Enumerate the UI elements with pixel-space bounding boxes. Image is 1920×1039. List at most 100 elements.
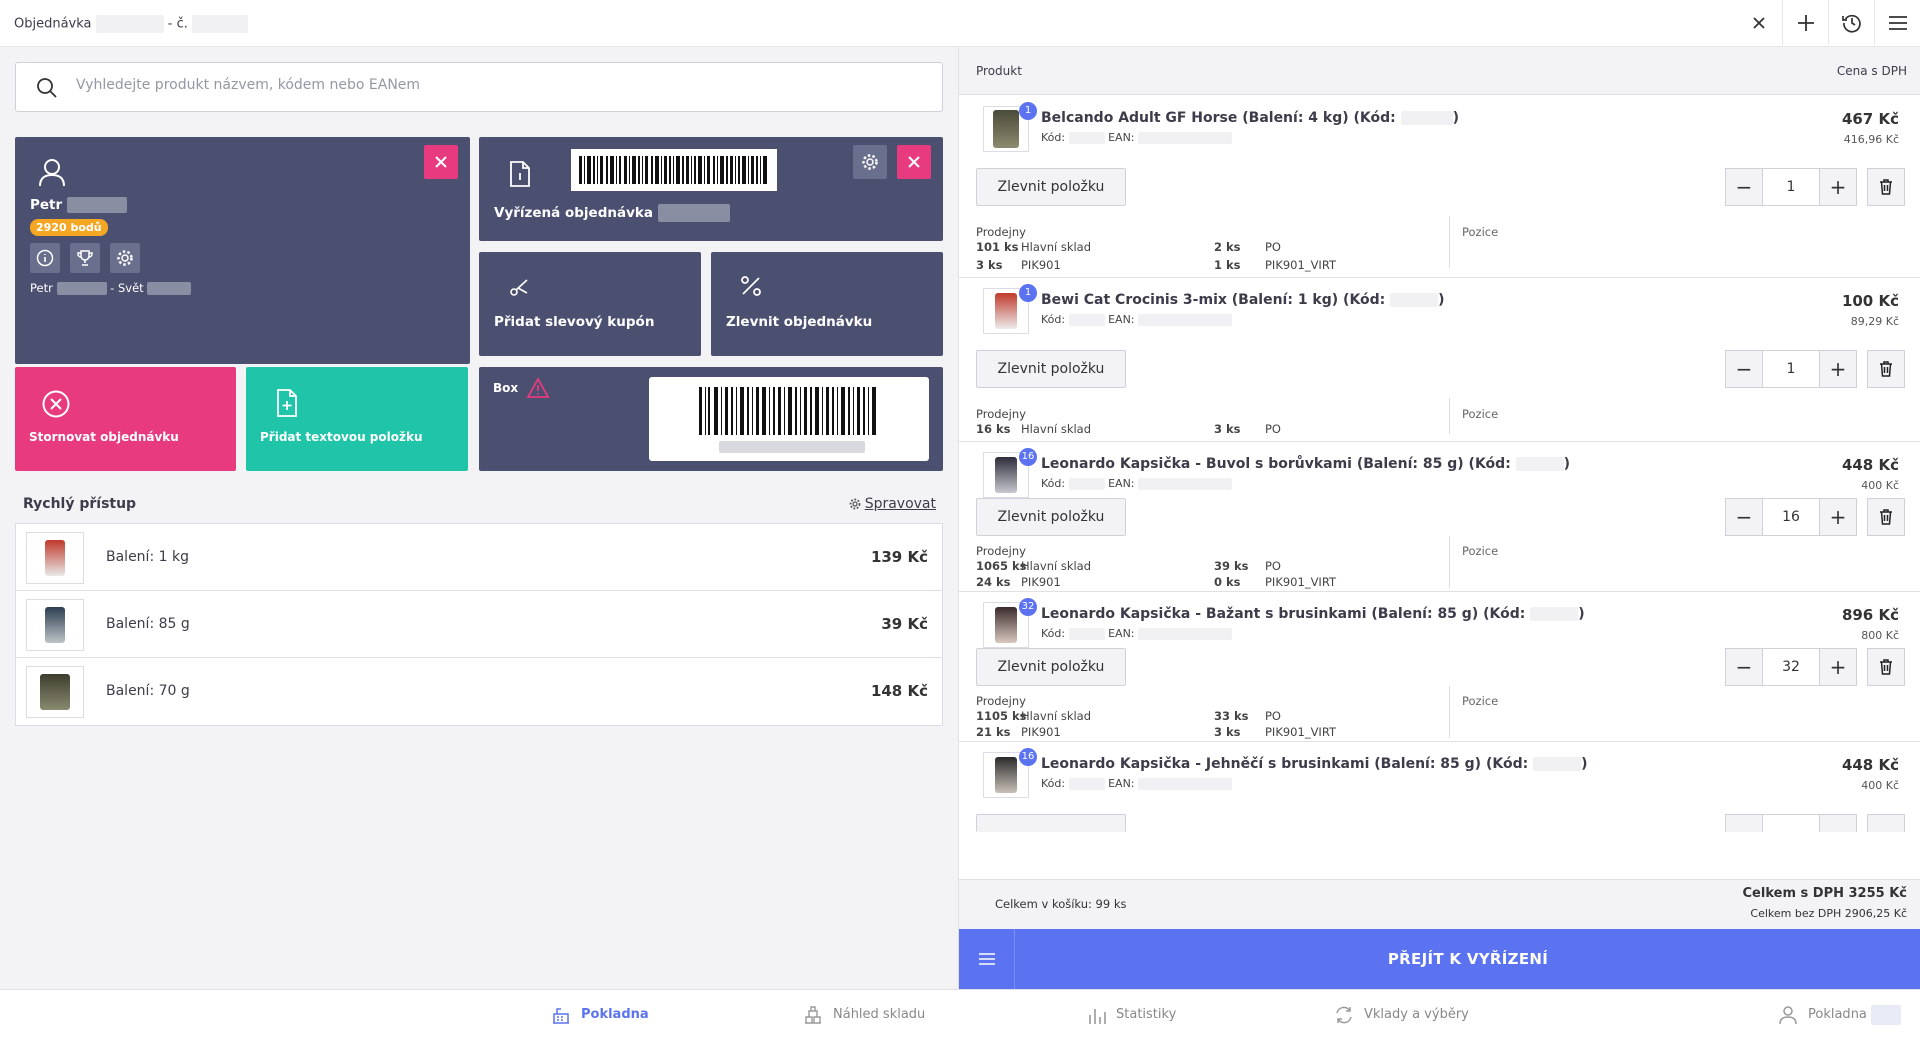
- stock-location2: PO: [1265, 422, 1281, 436]
- customer-line-store: - Svět: [110, 281, 144, 295]
- cart-item-net-price: 400 Kč: [1861, 479, 1899, 492]
- discount-item-button-partial[interactable]: [976, 814, 1126, 832]
- quantity-input[interactable]: 1: [1763, 168, 1819, 206]
- cart-item-name[interactable]: Belcando Adult GF Horse (Balení: 4 kg) (…: [1041, 110, 1459, 126]
- stock-row: 1105 ks: [976, 709, 1027, 723]
- cart-item: 16 Leonardo Kapsička - Jehněčí s brusink…: [959, 742, 1920, 832]
- remove-order-button[interactable]: [897, 145, 931, 179]
- order-title: Objednávka - č.: [14, 15, 249, 33]
- customer-settings-icon[interactable]: [110, 243, 140, 273]
- checkout-button[interactable]: PŘEJÍT K VYŘÍZENÍ: [1015, 929, 1920, 989]
- plus-icon[interactable]: +: [1819, 498, 1857, 536]
- trash-icon[interactable]: [1867, 350, 1905, 388]
- code-label: Kód:: [1041, 627, 1066, 640]
- stock-location: PIK901: [1021, 575, 1061, 589]
- search-input[interactable]: [76, 77, 876, 93]
- quantity-input[interactable]: 16: [1763, 498, 1819, 536]
- remove-customer-button[interactable]: [424, 145, 458, 179]
- nav-statistiky[interactable]: Statistiky: [1088, 990, 1176, 1039]
- order-settings-icon[interactable]: [853, 145, 887, 179]
- add-text-item-tile[interactable]: Přidat textovou položku: [246, 367, 468, 471]
- quantity-input[interactable]: 32: [1763, 648, 1819, 686]
- discount-item-button[interactable]: Zlevnit položku: [976, 350, 1126, 388]
- nav-vklady-label: Vklady a výběry: [1364, 1007, 1469, 1022]
- cart-item-codes: Kód: EAN:: [1041, 627, 1233, 640]
- quantity-stepper: − 32 +: [1725, 648, 1857, 686]
- stores-label: Prodejny: [976, 407, 1026, 421]
- cart-item-price: 896 Kč: [1841, 606, 1899, 624]
- manage-link[interactable]: Spravovat: [849, 496, 936, 512]
- plus-icon[interactable]: +: [1819, 168, 1857, 206]
- stock-qty2-value: 3 ks: [1214, 422, 1241, 436]
- stock-qty2-value: 1 ks: [1214, 258, 1241, 272]
- trophy-icon[interactable]: [70, 243, 100, 273]
- plus-icon[interactable]: +: [1819, 350, 1857, 388]
- stock-row: 21 ks: [976, 725, 1011, 739]
- trash-icon[interactable]: [1867, 648, 1905, 686]
- close-icon[interactable]: [1736, 0, 1782, 45]
- cash-register-icon: [553, 1007, 569, 1024]
- ean-label: EAN:: [1108, 313, 1135, 326]
- discount-order-tile[interactable]: Zlevnit objednávku: [711, 252, 943, 356]
- plus-icon[interactable]: [1782, 0, 1828, 45]
- points-badge: 2920 bodů: [30, 219, 108, 236]
- cart-item-name[interactable]: Bewi Cat Crocinis 3-mix (Balení: 1 kg) (…: [1041, 292, 1445, 308]
- completed-order-tile[interactable]: Vyřízená objednávka: [479, 137, 943, 241]
- stock-location2: PO: [1265, 559, 1281, 573]
- redacted-kod: [1068, 478, 1105, 490]
- cart-item-name[interactable]: Leonardo Kapsička - Bažant s brusinkami …: [1041, 606, 1585, 622]
- cart-item: 16 Leonardo Kapsička - Buvol s borůvkami…: [959, 442, 1920, 592]
- manage-link-text: Spravovat: [864, 496, 936, 512]
- cart-item-name[interactable]: Leonardo Kapsička - Buvol s borůvkami (B…: [1041, 456, 1570, 472]
- redacted-code: [1400, 111, 1453, 125]
- nav-vklady[interactable]: Vklady a výběry: [1334, 990, 1469, 1039]
- trash-icon[interactable]: [1867, 814, 1905, 832]
- redacted-code: [1390, 293, 1439, 307]
- document-icon: [510, 161, 530, 187]
- cancel-order-tile[interactable]: Stornovat objednávku: [15, 367, 236, 471]
- quantity-input[interactable]: 1: [1763, 350, 1819, 388]
- trash-icon[interactable]: [1867, 498, 1905, 536]
- add-coupon-tile[interactable]: Přidat slevový kupón: [479, 252, 701, 356]
- cart-summary: Celkem v košíku: 99 ks Celkem s DPH 3255…: [959, 879, 1920, 929]
- info-icon[interactable]: [30, 243, 60, 273]
- plus-icon[interactable]: [1819, 814, 1857, 832]
- stores-label: Prodejny: [976, 694, 1026, 708]
- quick-access-item[interactable]: Balení: 1 kg 139 Kč: [16, 524, 942, 591]
- cart-item: 1 Bewi Cat Crocinis 3-mix (Balení: 1 kg)…: [959, 278, 1920, 442]
- add-text-item-label: Přidat textovou položku: [260, 430, 423, 444]
- discount-item-button[interactable]: Zlevnit položku: [976, 498, 1126, 536]
- add-coupon-label: Přidat slevový kupón: [494, 314, 655, 330]
- customer-tile: Petr 2920 bodů Petr - Svět: [15, 137, 470, 364]
- ean-label: EAN:: [1108, 777, 1135, 790]
- discount-item-button[interactable]: Zlevnit položku: [976, 168, 1126, 206]
- quick-access-item[interactable]: Balení: 85 g 39 Kč: [16, 591, 942, 658]
- minus-icon[interactable]: −: [1725, 350, 1763, 388]
- nav-user[interactable]: Pokladna: [1778, 990, 1901, 1039]
- minus-icon[interactable]: −: [1725, 168, 1763, 206]
- history-icon[interactable]: [1828, 0, 1874, 45]
- position-label: Pozice: [1449, 398, 1498, 434]
- quantity-input[interactable]: [1763, 814, 1819, 832]
- nav-pokladna[interactable]: Pokladna: [551, 990, 649, 1039]
- cart-item-name[interactable]: Leonardo Kapsička - Jehněčí s brusinkami…: [1041, 756, 1587, 772]
- trash-icon[interactable]: [1867, 168, 1905, 206]
- discount-item-button[interactable]: Zlevnit položku: [976, 648, 1126, 686]
- minus-icon[interactable]: −: [1725, 498, 1763, 536]
- box-tile[interactable]: Box: [479, 367, 943, 471]
- minus-icon[interactable]: −: [1725, 648, 1763, 686]
- search-box[interactable]: [15, 62, 943, 112]
- user-icon: [1779, 1005, 1797, 1024]
- quick-access-item-price: 139 Kč: [870, 548, 928, 566]
- minus-icon[interactable]: [1725, 814, 1763, 832]
- cart-item-price: 448 Kč: [1841, 456, 1899, 474]
- search-icon: [37, 78, 57, 98]
- menu-icon[interactable]: [959, 929, 1015, 989]
- plus-icon[interactable]: +: [1819, 648, 1857, 686]
- menu-icon[interactable]: [1874, 0, 1920, 45]
- gear-icon: [849, 498, 861, 510]
- quick-access-item[interactable]: Balení: 70 g 148 Kč: [16, 658, 942, 725]
- order-number-label: - č.: [167, 16, 188, 32]
- cart-item-name-text: Leonardo Kapsička - Bažant s brusinkami …: [1041, 606, 1526, 622]
- nav-sklad[interactable]: Náhled skladu: [803, 990, 925, 1039]
